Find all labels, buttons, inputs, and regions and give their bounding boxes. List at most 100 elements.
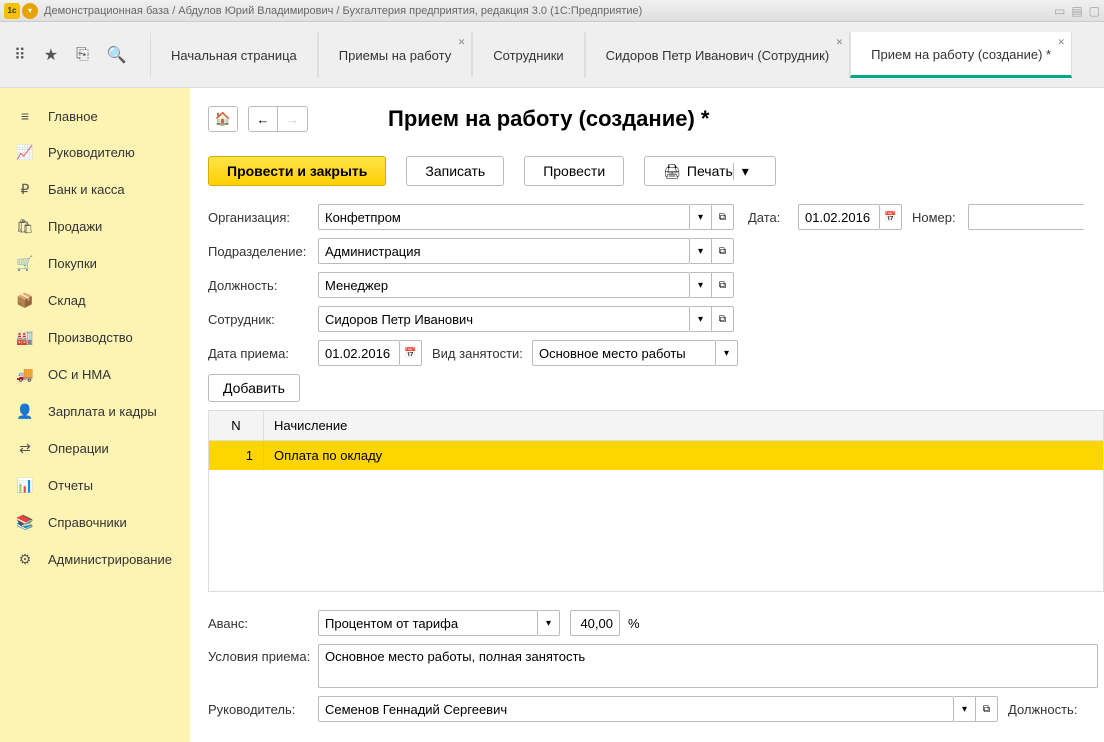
position-input[interactable] [318, 272, 690, 298]
sidebar-item-admin[interactable]: ⚙ Администрирование [0, 541, 190, 578]
gear-icon: ⚙ [16, 551, 34, 568]
ribbon: ⠿ ★ ⎘ 🔍 Начальная страница Приемы на раб… [0, 22, 1104, 88]
menu-icon: ≡ [16, 108, 34, 124]
employee-input[interactable] [318, 306, 690, 332]
conditions-label: Условия приема: [208, 644, 318, 664]
hire-date-input[interactable] [318, 340, 400, 366]
sidebar-item-production[interactable]: 🏭Производство [0, 319, 190, 356]
conditions-textarea[interactable] [318, 644, 1098, 688]
window-title: Демонстрационная база / Абдулов Юрий Вла… [44, 5, 1054, 17]
box-icon: 📦 [16, 292, 34, 309]
open-ref-icon[interactable]: ⧉ [712, 238, 734, 264]
calendar-icon[interactable]: 📅 [400, 340, 422, 366]
post-button[interactable]: Провести [524, 156, 624, 186]
manager-input[interactable] [318, 696, 954, 722]
accruals-table: N Начисление 1 Оплата по окладу [208, 410, 1104, 592]
sidebar-item-manager[interactable]: 📈Руководителю [0, 134, 190, 171]
person-icon: 👤 [16, 403, 34, 420]
sidebar-item-operations[interactable]: ⇄ Операции [0, 430, 190, 467]
employment-type-input[interactable] [532, 340, 716, 366]
write-button[interactable]: Записать [406, 156, 504, 186]
ruble-icon: ₽ [16, 181, 34, 198]
sidebar-item-bank[interactable]: ₽ Банк и касса [0, 171, 190, 208]
tab-hires[interactable]: Приемы на работу✕ [318, 32, 472, 78]
close-icon[interactable]: ✕ [1058, 37, 1066, 48]
ribbon-quickbar: ⠿ ★ ⎘ 🔍 [0, 22, 150, 87]
sidebar-item-label: Склад [48, 293, 86, 308]
table-row[interactable]: 1 Оплата по окладу [209, 441, 1103, 470]
tab-home[interactable]: Начальная страница [150, 32, 318, 78]
col-n-header: N [209, 411, 264, 440]
number-input[interactable] [968, 204, 1084, 230]
dropdown-icon[interactable]: ▾ [538, 610, 560, 636]
app-logo-round-icon: ▾ [22, 3, 38, 19]
sidebar-item-label: Руководителю [48, 145, 135, 160]
nav-forward-button[interactable]: → [278, 106, 308, 132]
post-and-close-button[interactable]: Провести и закрыть [208, 156, 386, 186]
tab-hire-create[interactable]: Прием на работу (создание) *✕ [850, 32, 1072, 78]
tab-employee-card[interactable]: Сидоров Петр Иванович (Сотрудник)✕ [585, 32, 851, 78]
close-icon[interactable]: ✕ [836, 37, 844, 48]
open-ref-icon[interactable]: ⧉ [976, 696, 998, 722]
dropdown-icon[interactable]: ▾ [954, 696, 976, 722]
apps-grid-icon[interactable]: ⠿ [14, 45, 26, 65]
chevron-down-icon: ▾ [733, 163, 757, 180]
history-icon[interactable]: ⎘ [76, 46, 89, 64]
advance-label: Аванс: [208, 616, 318, 631]
dropdown-icon[interactable]: ▾ [690, 306, 712, 332]
content-area: 🏠 ← → Прием на работу (создание) * Прове… [190, 88, 1104, 742]
calendar-icon[interactable]: 📅 [880, 204, 902, 230]
window-btn-1-icon[interactable]: ▭ [1054, 4, 1065, 18]
sidebar-item-warehouse[interactable]: 📦 Склад [0, 282, 190, 319]
open-ref-icon[interactable]: ⧉ [712, 204, 734, 230]
add-row-button[interactable]: Добавить [208, 374, 300, 402]
window-btn-2-icon[interactable]: ▤ [1071, 4, 1082, 18]
sidebar-item-purchases[interactable]: 🛒Покупки [0, 245, 190, 282]
bars-icon: 📊 [16, 477, 34, 494]
ribbon-tabs: Начальная страница Приемы на работу✕ Сот… [150, 22, 1104, 87]
dropdown-icon[interactable]: ▾ [716, 340, 738, 366]
col-desc-header: Начисление [264, 411, 1103, 440]
dropdown-icon[interactable]: ▾ [690, 204, 712, 230]
printer-icon: 🖨 [663, 163, 681, 180]
dropdown-icon[interactable]: ▾ [690, 238, 712, 264]
sidebar-item-reports[interactable]: 📊Отчеты [0, 467, 190, 504]
close-icon[interactable]: ✕ [458, 37, 466, 48]
cell-n: 1 [209, 441, 264, 470]
date-label: Дата: [748, 210, 798, 225]
app-logo-1c-icon: 1c [4, 3, 20, 19]
favorites-star-icon[interactable]: ★ [44, 45, 58, 65]
advance-type-select[interactable] [318, 610, 538, 636]
date-input[interactable] [798, 204, 880, 230]
advance-value-input[interactable] [570, 610, 620, 636]
sidebar-item-label: Банк и касса [48, 182, 125, 197]
print-button[interactable]: 🖨 Печать ▾ [644, 156, 776, 186]
employee-label: Сотрудник: [208, 312, 318, 327]
cell-desc: Оплата по окладу [264, 441, 1103, 470]
factory-icon: 🏭 [16, 329, 34, 346]
search-icon[interactable]: 🔍 [107, 45, 127, 65]
swap-icon: ⇄ [16, 440, 34, 457]
sidebar-item-sales[interactable]: 🛍Продажи [0, 208, 190, 245]
sidebar-item-catalogs[interactable]: 📚Справочники [0, 504, 190, 541]
sidebar-item-main[interactable]: ≡ Главное [0, 98, 190, 134]
sidebar-item-label: Операции [48, 441, 109, 456]
open-ref-icon[interactable]: ⧉ [712, 306, 734, 332]
manager-position-label: Должность: [1008, 702, 1088, 717]
sidebar-item-label: Администрирование [48, 552, 172, 567]
window-btn-3-icon[interactable]: ▢ [1089, 4, 1100, 18]
tab-employees[interactable]: Сотрудники [472, 32, 584, 78]
nav-back-button[interactable]: ← [248, 106, 278, 132]
sidebar-item-hr[interactable]: 👤Зарплата и кадры [0, 393, 190, 430]
hire-date-label: Дата приема: [208, 346, 318, 361]
sidebar-item-label: Главное [48, 109, 98, 124]
window-titlebar: 1c ▾ Демонстрационная база / Абдулов Юри… [0, 0, 1104, 22]
organization-input[interactable] [318, 204, 690, 230]
open-ref-icon[interactable]: ⧉ [712, 272, 734, 298]
advance-unit: % [628, 616, 640, 631]
sidebar-item-assets[interactable]: 🚚ОС и НМА [0, 356, 190, 393]
department-input[interactable] [318, 238, 690, 264]
dropdown-icon[interactable]: ▾ [690, 272, 712, 298]
home-button[interactable]: 🏠 [208, 106, 238, 132]
bag-icon: 🛍 [16, 218, 34, 235]
